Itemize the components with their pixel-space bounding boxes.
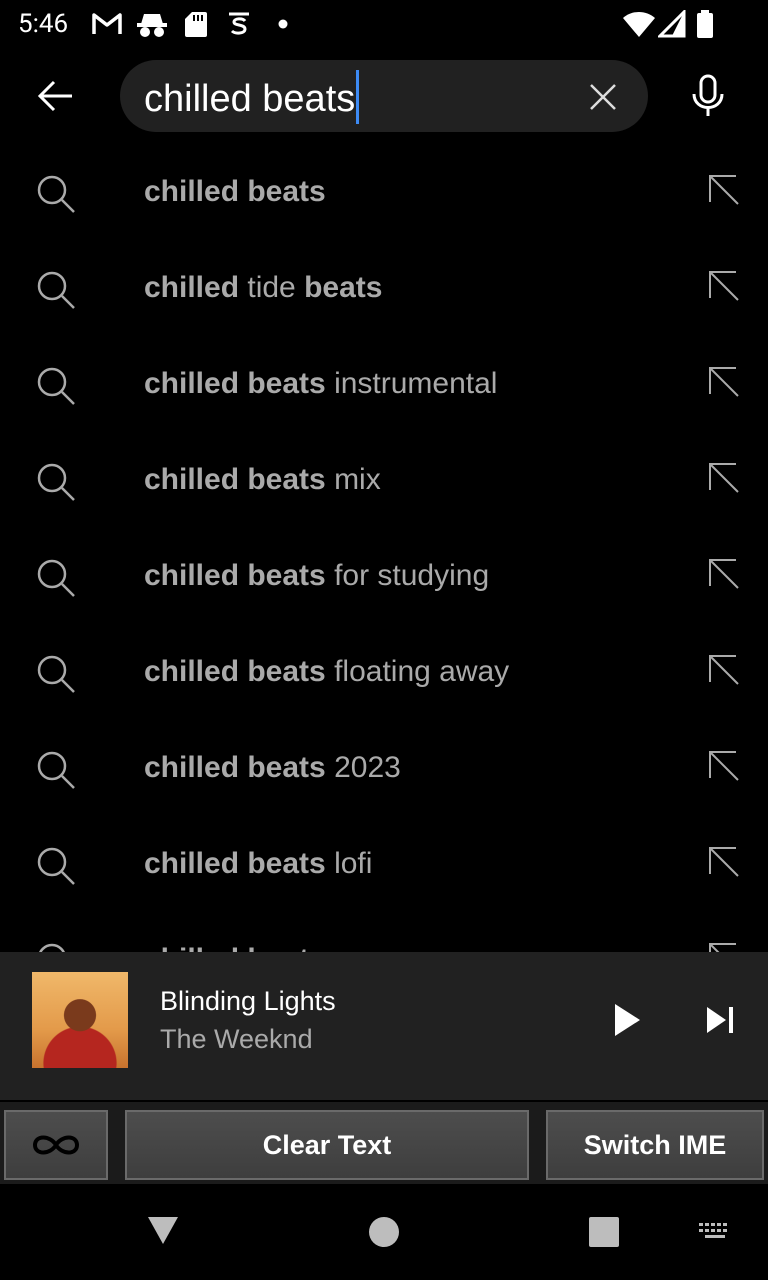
fill-query-arrow-icon[interactable]: [706, 940, 740, 952]
fill-query-arrow-icon[interactable]: [706, 556, 740, 590]
suggestion-label: chilled tide beats: [144, 271, 383, 304]
suggestion-label: chilled beats lofi: [144, 847, 373, 880]
search-icon: [37, 655, 75, 693]
search-icon: [37, 175, 75, 213]
back-triangle-icon[interactable]: [146, 1214, 180, 1246]
ime-helper-bar: Clear Text Switch IME: [0, 1102, 768, 1184]
infinity-button[interactable]: [4, 1110, 108, 1180]
search-icon: [39, 943, 65, 952]
battery-icon: [697, 10, 713, 38]
home-circle-icon[interactable]: [368, 1216, 400, 1248]
suggestion-item[interactable]: chilled beats lofi: [0, 816, 768, 912]
mic-icon[interactable]: [690, 74, 726, 118]
mini-player[interactable]: Blinding Lights The Weeknd: [0, 952, 768, 1100]
search-icon: [37, 271, 75, 309]
wifi-icon: [623, 12, 655, 37]
recents-square-icon[interactable]: [588, 1216, 620, 1248]
suggestion-label: chilled beats: [144, 175, 326, 208]
infinity-icon: [32, 1135, 80, 1155]
album-art[interactable]: [32, 972, 128, 1068]
fill-query-arrow-icon[interactable]: [706, 652, 740, 686]
suggestion-item[interactable]: chilled tide beats: [0, 240, 768, 336]
suggestion-item[interactable]: chilled beats instrumental: [0, 336, 768, 432]
suggestion-item[interactable]: chilled beats for studying: [0, 528, 768, 624]
suggestion-label: chilled beats floating away: [144, 655, 510, 688]
vpn-s-icon: [229, 12, 249, 35]
search-icon: [37, 367, 75, 405]
search-icon: [37, 751, 75, 789]
search-icon: [37, 847, 75, 885]
back-arrow-icon[interactable]: [36, 76, 76, 116]
keyboard-icon[interactable]: [698, 1222, 732, 1242]
suggestion-label: chilled beats instrumental: [144, 367, 498, 400]
suggestion-item[interactable]: chilled beats 2023: [0, 720, 768, 816]
suggestion-label: chilled beats 2023: [144, 751, 401, 784]
suggestion-list: chilled beats chilled tide beats chilled…: [0, 144, 768, 952]
suggestion-label: chilled beats ...: [144, 943, 359, 952]
play-icon[interactable]: [612, 1002, 642, 1038]
dot-icon: [278, 19, 288, 29]
sd-card-icon: [185, 12, 207, 37]
close-icon[interactable]: [588, 82, 618, 112]
text-cursor: [356, 70, 360, 124]
suggestion-label: chilled beats mix: [144, 463, 381, 496]
search-query-text: chilled beats: [144, 78, 356, 121]
clear-text-button[interactable]: Clear Text: [125, 1110, 529, 1180]
navigation-bar: [0, 1184, 768, 1280]
suggestion-item[interactable]: chilled beats: [0, 144, 768, 240]
track-artist: The Weeknd: [160, 1024, 313, 1054]
suggestion-item[interactable]: chilled beats mix: [0, 432, 768, 528]
fill-query-arrow-icon[interactable]: [706, 268, 740, 302]
fill-query-arrow-icon[interactable]: [706, 748, 740, 782]
fill-query-arrow-icon[interactable]: [706, 460, 740, 494]
suggestion-item[interactable]: chilled beats ...: [0, 912, 768, 952]
gmail-icon: [92, 13, 122, 34]
fill-query-arrow-icon[interactable]: [706, 172, 740, 206]
track-title: Blinding Lights: [160, 986, 336, 1016]
status-time: 5:46: [18, 9, 69, 39]
switch-ime-button[interactable]: Switch IME: [546, 1110, 764, 1180]
signal-icon: [658, 10, 686, 38]
incognito-icon: [137, 14, 167, 37]
suggestion-item[interactable]: chilled beats floating away: [0, 624, 768, 720]
status-bar: 5:46: [0, 0, 768, 48]
search-input[interactable]: chilled beats: [144, 70, 360, 128]
suggestion-label: chilled beats for studying: [144, 559, 490, 592]
fill-query-arrow-icon[interactable]: [706, 364, 740, 398]
skip-next-icon[interactable]: [704, 1004, 736, 1036]
fill-query-arrow-icon[interactable]: [706, 844, 740, 878]
search-icon: [37, 463, 75, 501]
search-icon: [37, 559, 75, 597]
search-box[interactable]: chilled beats: [120, 60, 648, 132]
